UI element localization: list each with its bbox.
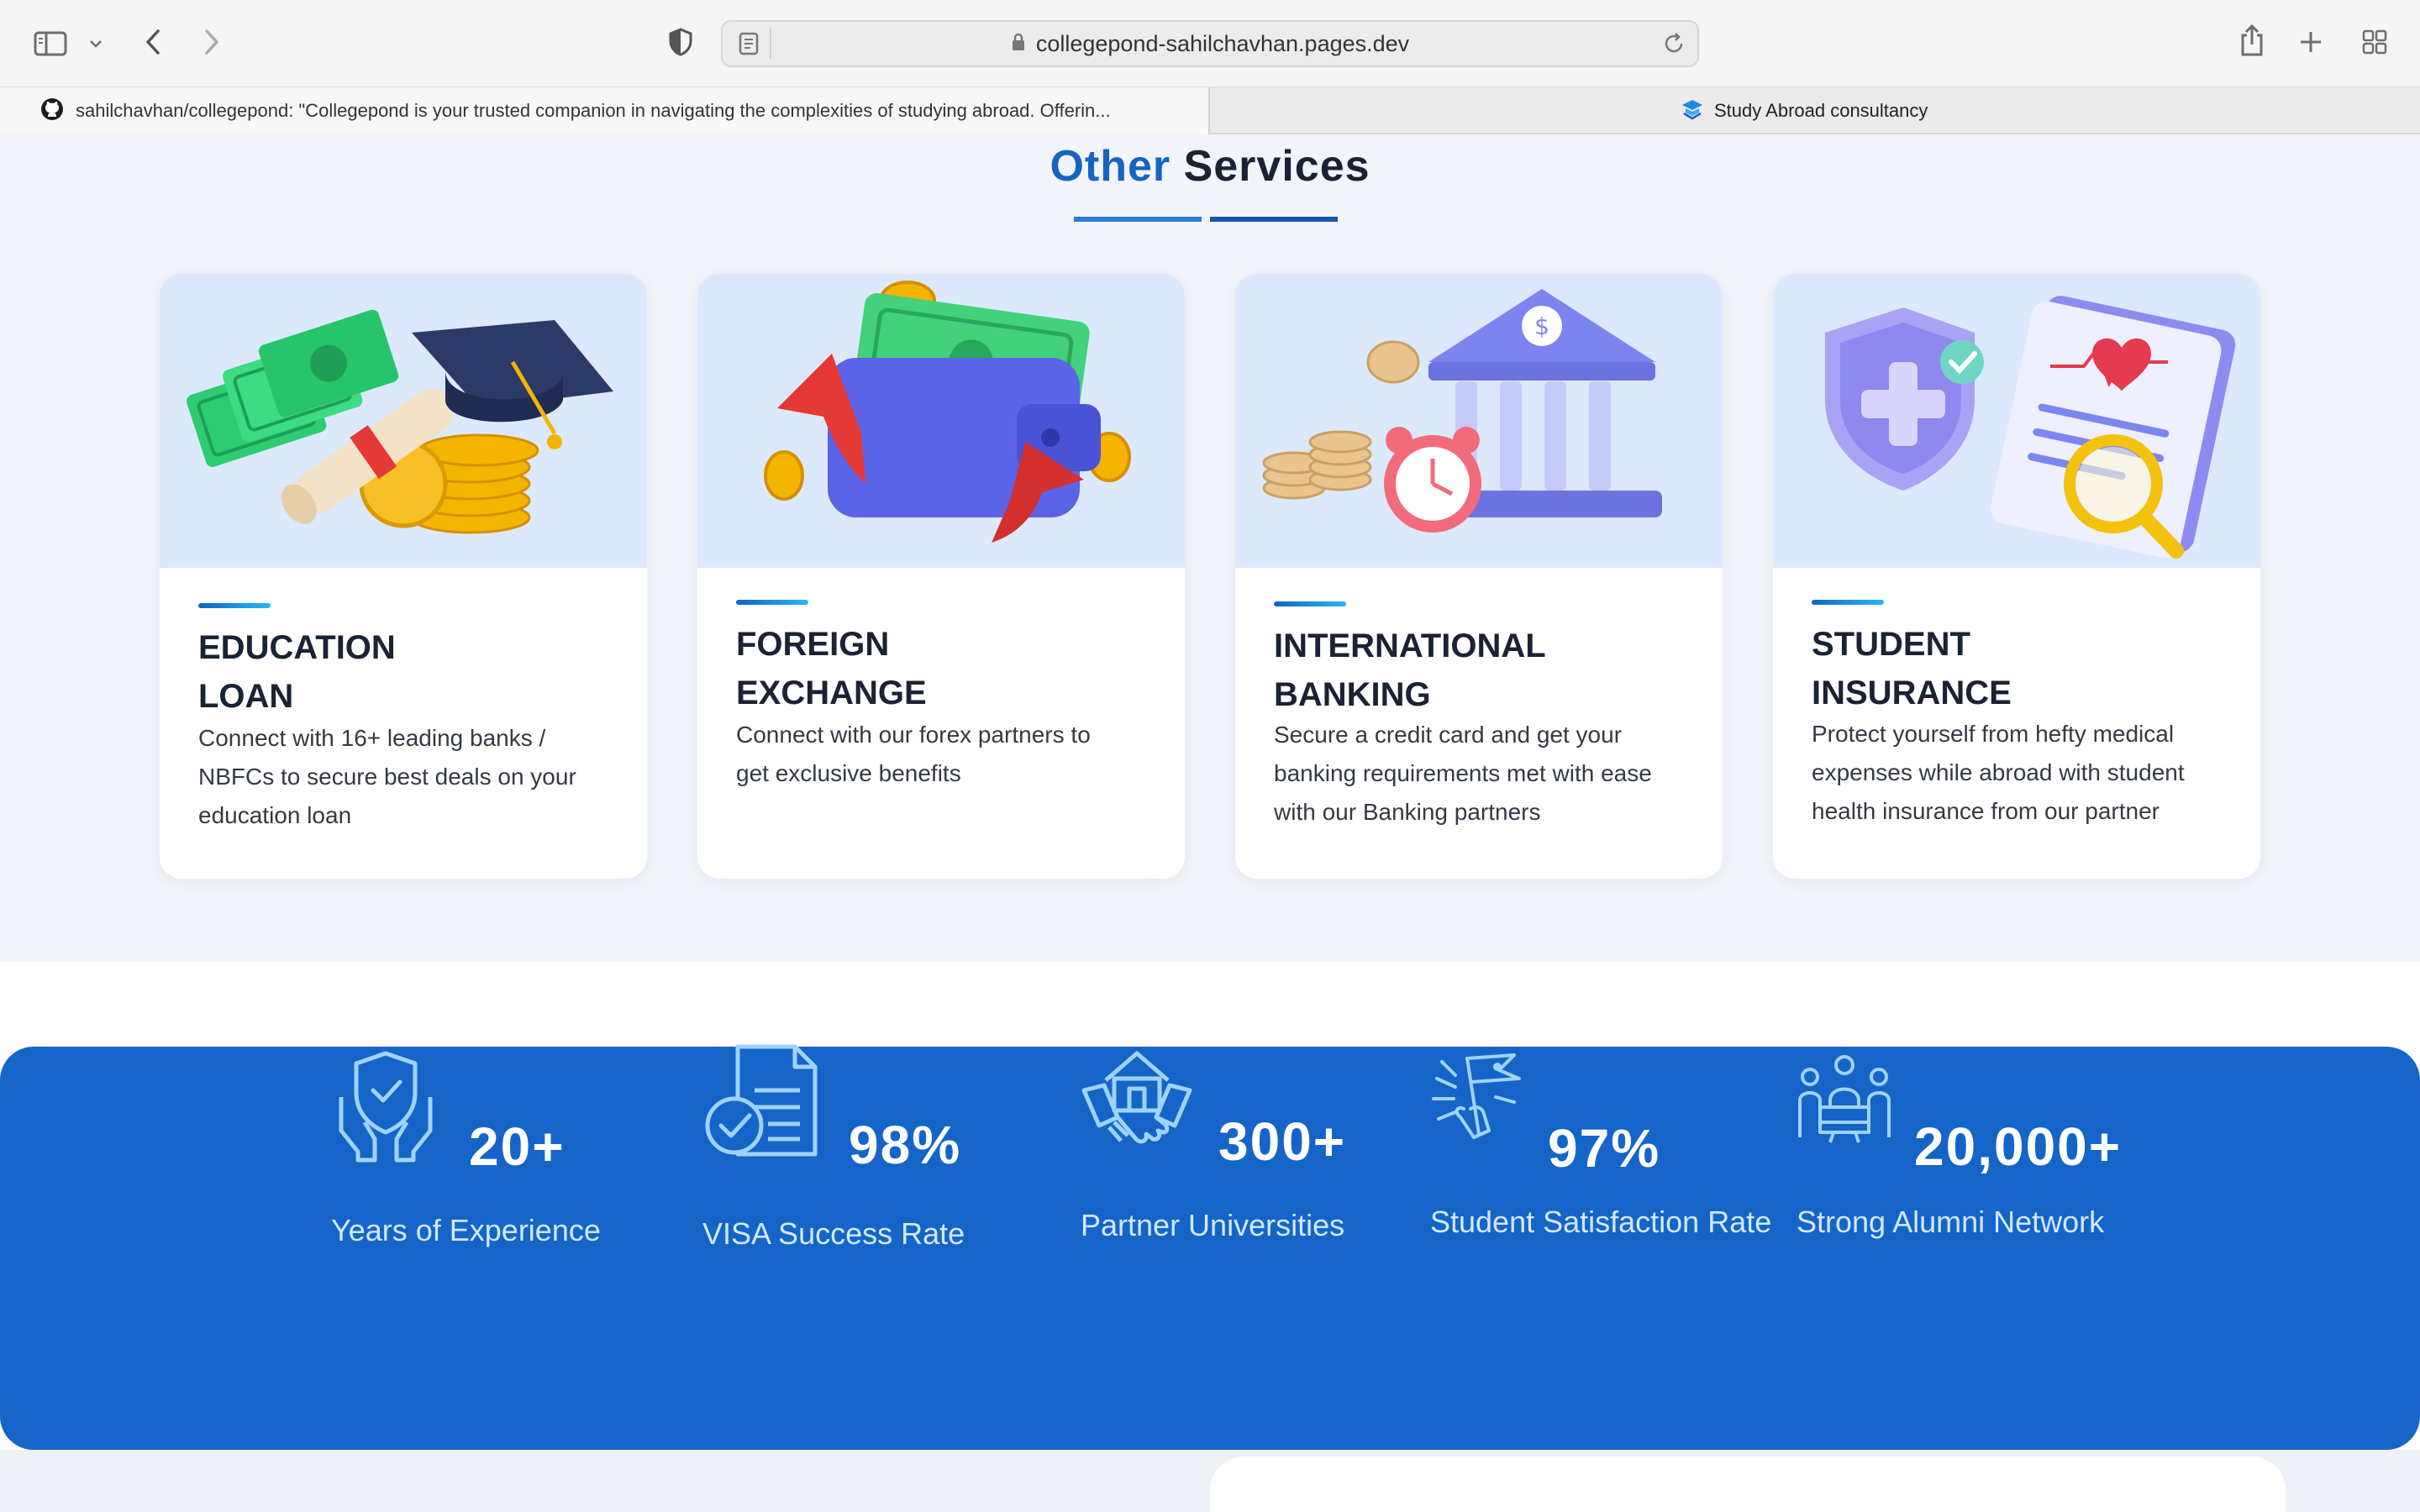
card-title-line: INSURANCE bbox=[1812, 675, 2012, 711]
money-graduation-cap-illustration bbox=[160, 274, 647, 568]
card-title: FOREIGN EXCHANGE bbox=[736, 620, 1139, 717]
privacy-shield-icon[interactable] bbox=[664, 25, 697, 59]
card-title-line: EXCHANGE bbox=[736, 675, 927, 711]
card-desc-line: banking requirements met with ease bbox=[1274, 760, 1652, 786]
back-icon[interactable] bbox=[136, 24, 170, 60]
card-desc-line: with our Banking partners bbox=[1274, 799, 1541, 825]
address-divider bbox=[770, 29, 771, 59]
service-card-international-banking[interactable]: $ INTERNATIONAL BANKING Secure a credit … bbox=[1235, 274, 1723, 879]
tab-study-abroad[interactable]: Study Abroad consultancy bbox=[1681, 87, 1928, 134]
github-icon bbox=[40, 97, 64, 125]
document-check-icon bbox=[702, 1040, 820, 1167]
card-desc-line: Protect yourself from hefty medical bbox=[1812, 721, 2175, 747]
reader-icon[interactable] bbox=[738, 32, 760, 60]
chevron-down-icon[interactable] bbox=[84, 32, 108, 55]
new-tab-icon[interactable] bbox=[2294, 25, 2328, 59]
page-content: Other Services EDUCATION LOAN Connect wi… bbox=[0, 134, 2420, 1512]
stat-label: Student Satisfaction Rate bbox=[1430, 1205, 1772, 1239]
card-desc-line: education loan bbox=[198, 802, 352, 828]
card-accent-bar bbox=[1274, 601, 1346, 606]
bank-clock-coins-illustration: $ bbox=[1235, 274, 1723, 568]
stat-value: 20+ bbox=[469, 1116, 566, 1177]
url-text: collegepond-sahilchavhan.pages.dev bbox=[1035, 30, 1410, 56]
tab-bar: sahilchavhan/collegepond: "Collegepond i… bbox=[0, 87, 2420, 134]
people-network-icon bbox=[1797, 1053, 1892, 1150]
stat-label: VISA Success Rate bbox=[702, 1216, 965, 1251]
stat-value: 98% bbox=[849, 1115, 962, 1175]
section-title-accent: Other bbox=[1050, 142, 1171, 191]
lock-icon bbox=[1011, 32, 1026, 56]
card-title: STUDENT INSURANCE bbox=[1812, 620, 2215, 717]
celebration-flag-icon bbox=[1430, 1050, 1524, 1148]
title-underline-left bbox=[1074, 217, 1202, 222]
card-title: INTERNATIONAL BANKING bbox=[1274, 622, 1677, 719]
card-title-line: STUDENT bbox=[1812, 626, 1970, 663]
card-title-line: EDUCATION bbox=[198, 629, 396, 666]
card-desc-line: get exclusive benefits bbox=[736, 760, 961, 786]
stat-label: Strong Alumni Network bbox=[1797, 1205, 2105, 1239]
card-desc-line: Secure a credit card and get your bbox=[1274, 722, 1623, 748]
card-desc-line: Connect with our forex partners to bbox=[736, 722, 1091, 748]
handshake-building-icon bbox=[1081, 1047, 1193, 1160]
card-description: Connect with our forex partners to get e… bbox=[736, 716, 1156, 793]
browser-toolbar: collegepond-sahilchavhan.pages.dev bbox=[0, 0, 2420, 87]
card-accent-bar bbox=[736, 600, 808, 605]
tab-title: Study Abroad consultancy bbox=[1714, 100, 1928, 121]
card-description: Secure a credit card and get your bankin… bbox=[1274, 716, 1694, 832]
title-underline-right bbox=[1210, 217, 1338, 222]
shield-hands-icon bbox=[331, 1047, 440, 1168]
card-desc-line: expenses while abroad with student bbox=[1812, 759, 2185, 785]
svg-text:$: $ bbox=[1534, 312, 1549, 340]
card-title-line: LOAN bbox=[198, 678, 294, 715]
stat-label: Partner Universities bbox=[1081, 1208, 1345, 1242]
stat-label: Years of Experience bbox=[331, 1213, 601, 1247]
service-card-student-insurance[interactable]: STUDENT INSURANCE Protect yourself from … bbox=[1773, 274, 2260, 879]
collegepond-logo-icon bbox=[1681, 98, 1704, 124]
card-desc-line: NBFCs to secure best deals on your bbox=[198, 764, 576, 790]
card-accent-bar bbox=[1812, 600, 1884, 605]
card-title: EDUCATION LOAN bbox=[198, 623, 602, 721]
wallet-exchange-illustration bbox=[697, 274, 1185, 568]
reload-icon[interactable] bbox=[1662, 32, 1686, 60]
forward-icon[interactable] bbox=[195, 24, 229, 60]
insurance-document-shield-illustration bbox=[1773, 274, 2260, 568]
tab-github[interactable]: sahilchavhan/collegepond: "Collegepond i… bbox=[0, 87, 1210, 134]
stat-value: 97% bbox=[1548, 1118, 1661, 1179]
address-bar[interactable]: collegepond-sahilchavhan.pages.dev bbox=[721, 20, 1699, 67]
tab-overview-icon[interactable] bbox=[2358, 25, 2391, 59]
service-card-foreign-exchange[interactable]: FOREIGN EXCHANGE Connect with our forex … bbox=[697, 274, 1185, 879]
card-description: Protect yourself from hefty medical expe… bbox=[1812, 715, 2232, 831]
service-card-education-loan[interactable]: EDUCATION LOAN Connect with 16+ leading … bbox=[160, 274, 647, 879]
sidebar-toggle-icon[interactable] bbox=[32, 25, 69, 62]
card-accent-bar bbox=[198, 603, 271, 608]
card-description: Connect with 16+ leading banks / NBFCs t… bbox=[198, 719, 618, 835]
section-title: Other Services bbox=[0, 141, 2420, 192]
stats-banner: 20+ Years of Experience 98% VISA Success… bbox=[0, 1044, 2420, 1450]
stat-value: 20,000+ bbox=[1914, 1116, 2123, 1177]
section-title-rest: Services bbox=[1183, 142, 1370, 191]
card-title-line: INTERNATIONAL bbox=[1274, 627, 1546, 664]
other-services-section: Other Services EDUCATION LOAN Connect wi… bbox=[0, 134, 2420, 962]
tab-title: sahilchavhan/collegepond: "Collegepond i… bbox=[76, 100, 1111, 121]
share-icon[interactable] bbox=[2233, 20, 2270, 60]
card-desc-line: Connect with 16+ leading banks / bbox=[198, 725, 546, 751]
stat-value: 300+ bbox=[1218, 1111, 1347, 1172]
card-title-line: BANKING bbox=[1274, 676, 1431, 713]
next-section-peek bbox=[0, 1450, 2420, 1512]
card-desc-line: health insurance from our partner bbox=[1812, 798, 2160, 824]
card-title-line: FOREIGN bbox=[736, 626, 890, 663]
next-section-card bbox=[1210, 1457, 2286, 1512]
